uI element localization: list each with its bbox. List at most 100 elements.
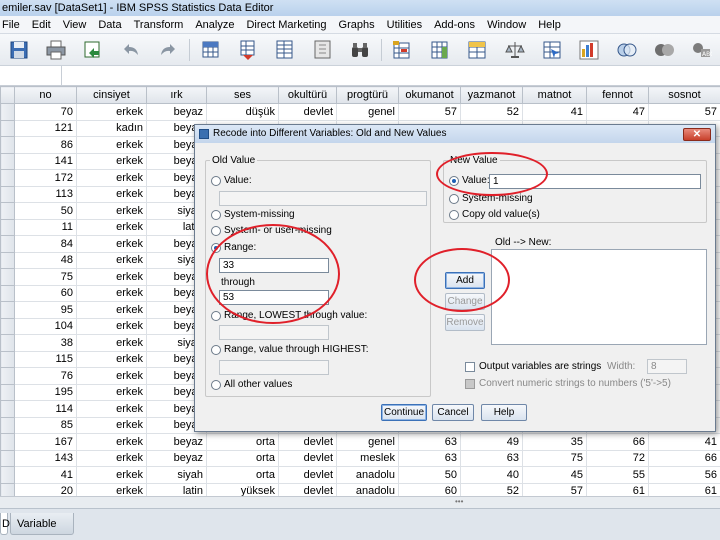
column-header-5[interactable]: progtürü [336,86,399,104]
insert-cases-icon[interactable] [391,39,414,61]
table-cell[interactable]: 172 [14,169,77,187]
row-header[interactable] [0,235,15,253]
menu-item-utilities[interactable]: Utilities [381,16,428,34]
table-cell[interactable]: siyah [146,466,207,484]
add-button[interactable]: Add [445,272,485,289]
table-cell[interactable]: orta [206,433,279,451]
table-cell[interactable]: 114 [14,400,77,418]
old-value-radio[interactable]: Value: [211,175,252,186]
insert-variable-icon[interactable] [428,39,451,61]
table-cell[interactable]: anadolu [336,466,399,484]
splitter-grip-icon[interactable]: ••• [455,498,473,506]
table-cell[interactable]: devlet [278,466,337,484]
table-cell[interactable]: orta [206,449,279,467]
table-cell[interactable]: erkek [76,235,147,253]
row-header[interactable] [0,136,15,154]
table-cell[interactable]: erkek [76,367,147,385]
tab-data-view[interactable]: D [0,513,10,535]
table-cell[interactable]: 75 [522,449,587,467]
table-cell[interactable]: devlet [278,433,337,451]
row-header[interactable] [0,383,15,401]
table-cell[interactable]: 45 [522,466,587,484]
row-header[interactable] [0,466,15,484]
system-missing-radio[interactable]: System-missing [211,209,295,220]
table-cell[interactable]: 55 [586,466,649,484]
table-cell[interactable]: 72 [586,449,649,467]
table-cell[interactable]: 50 [14,202,77,220]
table-cell[interactable]: 85 [14,416,77,434]
row-header[interactable] [0,119,15,137]
table-cell[interactable]: genel [336,103,399,121]
table-cell[interactable]: erkek [76,218,147,236]
table-cell[interactable]: erkek [76,169,147,187]
column-header-6[interactable]: okumanot [398,86,461,104]
range-lowest-input[interactable] [219,325,329,340]
range-to-input[interactable]: 53 [219,290,329,305]
table-cell[interactable]: erkek [76,433,147,451]
new-value-input[interactable]: 1 [489,174,701,189]
menu-item-direct-marketing[interactable]: Direct Marketing [240,16,332,34]
table-cell[interactable]: devlet [278,449,337,467]
range-from-input[interactable]: 33 [219,258,329,273]
range-radio[interactable]: Range: [211,242,256,253]
table-cell[interactable]: 76 [14,367,77,385]
print-icon[interactable] [44,39,67,61]
menu-item-data[interactable]: Data [92,16,127,34]
menu-item-add-ons[interactable]: Add-ons [428,16,481,34]
column-header-9[interactable]: fennot [586,86,649,104]
menu-item-graphs[interactable]: Graphs [333,16,381,34]
table-cell[interactable]: 113 [14,185,77,203]
table-cell[interactable]: 40 [460,466,523,484]
range-lowest-radio[interactable]: Range, LOWEST through value: [211,310,367,321]
row-header[interactable] [0,185,15,203]
row-header[interactable] [0,251,15,269]
split-file-icon[interactable] [465,39,488,61]
table-cell[interactable]: 63 [398,433,461,451]
table-cell[interactable]: devlet [278,482,337,496]
table-cell[interactable]: erkek [76,103,147,121]
row-header[interactable] [0,218,15,236]
row-header[interactable] [0,268,15,286]
table-cell[interactable]: beyaz [146,449,207,467]
table-cell[interactable]: 121 [14,119,77,137]
table-cell[interactable]: erkek [76,482,147,496]
menu-item-transform[interactable]: Transform [128,16,190,34]
table-cell[interactable]: 75 [14,268,77,286]
close-button[interactable]: ✕ [683,128,711,141]
row-header[interactable] [0,367,15,385]
row-header[interactable] [0,350,15,368]
menu-item-view[interactable]: View [57,16,93,34]
table-cell[interactable]: erkek [76,152,147,170]
row-header[interactable] [0,301,15,319]
menu-item-analyze[interactable]: Analyze [189,16,240,34]
remove-button[interactable]: Remove [445,314,485,331]
row-header[interactable] [0,169,15,187]
table-cell[interactable]: 11 [14,218,77,236]
redo-icon[interactable] [157,39,180,61]
table-cell[interactable]: 84 [14,235,77,253]
table-cell[interactable]: meslek [336,449,399,467]
table-cell[interactable]: 63 [398,449,461,467]
table-cell[interactable]: 115 [14,350,77,368]
table-cell[interactable]: erkek [76,416,147,434]
table-cell[interactable]: 95 [14,301,77,319]
column-header-2[interactable]: ırk [146,86,207,104]
goto-variable-icon[interactable] [236,39,259,61]
copy-old-values-radio[interactable]: Copy old value(s) [449,209,540,220]
row-header[interactable] [0,482,15,496]
table-cell[interactable]: erkek [76,202,147,220]
cancel-button[interactable]: Cancel [432,404,474,421]
output-strings-checkbox[interactable]: Output variables are strings [465,361,601,372]
row-header[interactable] [0,416,15,434]
table-cell[interactable]: 57 [398,103,461,121]
table-cell[interactable]: erkek [76,383,147,401]
table-cell[interactable]: erkek [76,136,147,154]
help-button[interactable]: Help [481,404,527,421]
table-cell[interactable]: 56 [648,466,720,484]
table-cell[interactable]: 57 [522,482,587,496]
show-all-variables-icon[interactable] [652,39,675,61]
table-cell[interactable]: beyaz [146,103,207,121]
table-cell[interactable]: 61 [648,482,720,496]
convert-numeric-checkbox[interactable]: Convert numeric strings to numbers ('5'-… [465,378,671,389]
width-input[interactable]: 8 [647,359,687,374]
